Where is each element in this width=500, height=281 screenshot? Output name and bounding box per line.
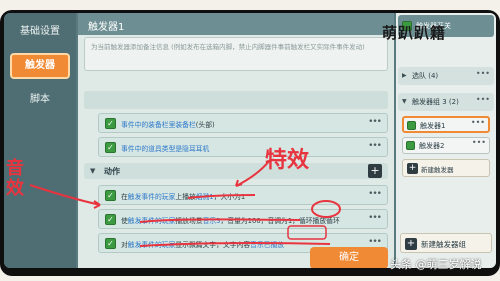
watermark-text: 头条 @萌三岁解说 (390, 258, 482, 271)
handwritten-sound-label: 音效 (6, 158, 24, 199)
screenshot-stage: 基础设置 触发器 脚本 触发器1 为当前触发器添加备注信息 (例如发布在选箱内脚… (0, 0, 500, 281)
handwritten-effects-label: 特效 (265, 148, 310, 173)
channel-logo-text: 萌趴趴籍 (382, 24, 447, 42)
